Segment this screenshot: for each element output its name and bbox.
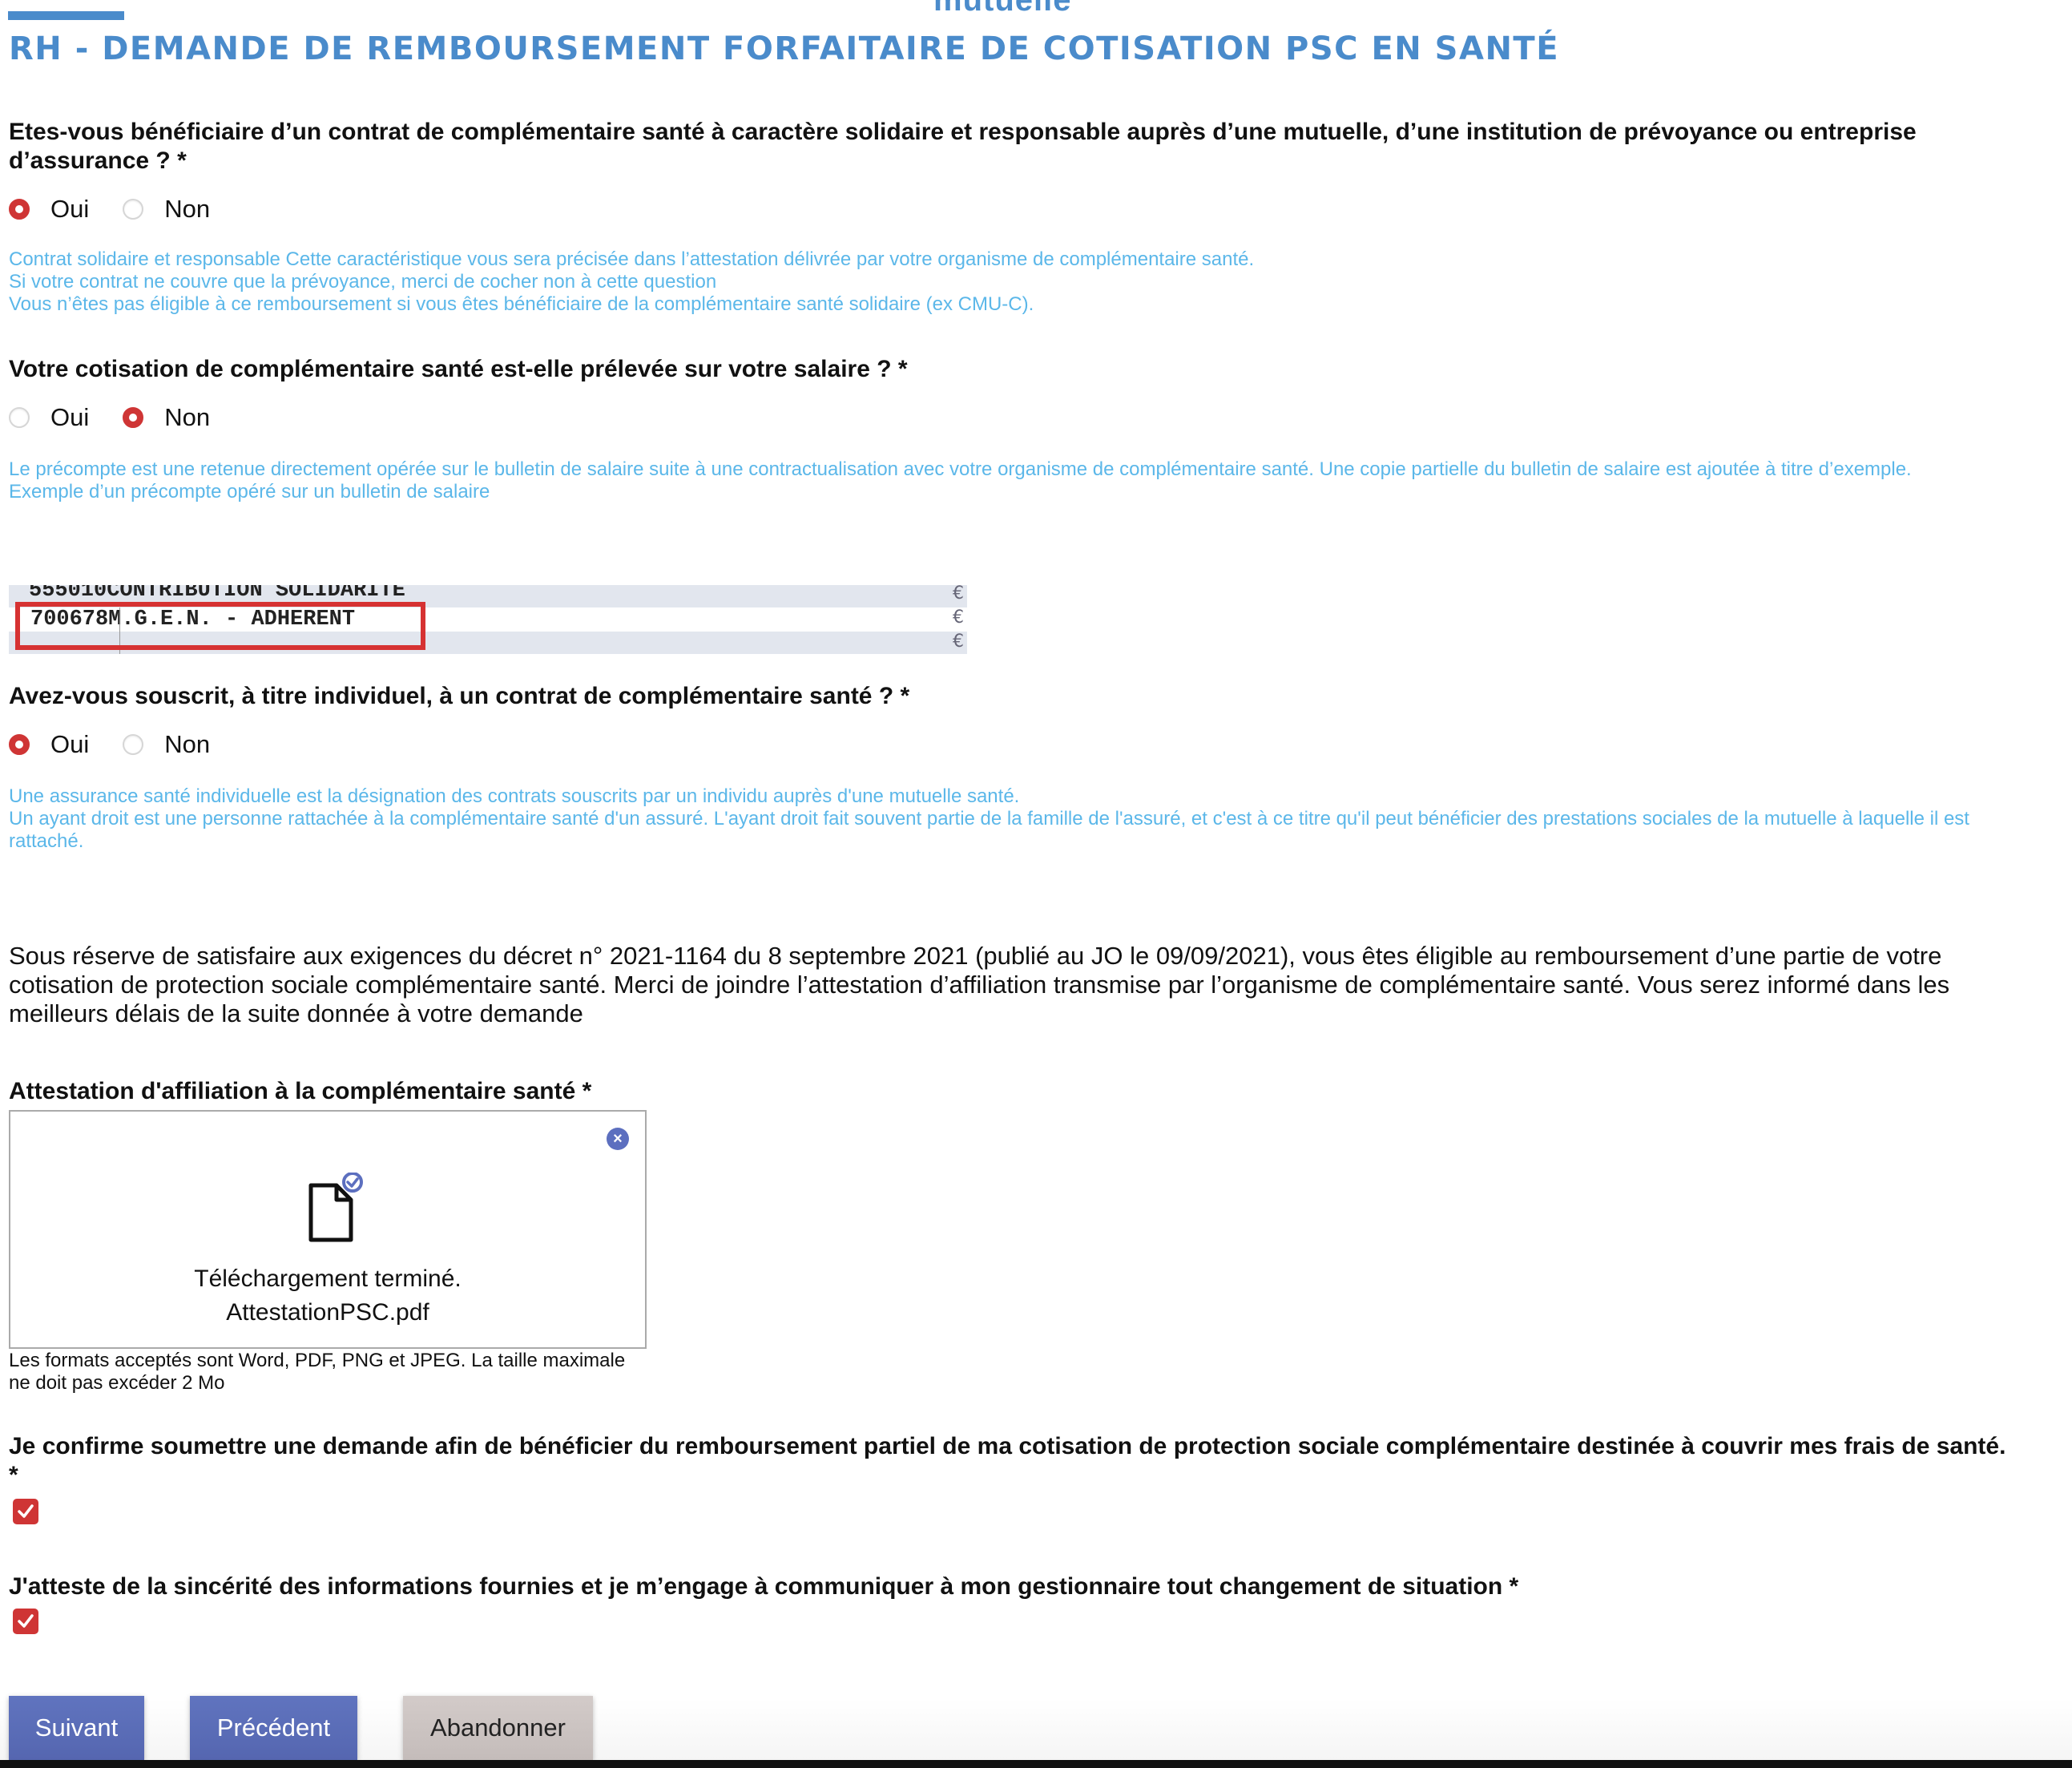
file-upload-dropzone[interactable]: × Téléchargement terminé. AttestationPSC… xyxy=(9,1110,647,1349)
help-line: Contrat solidaire et responsable Cette c… xyxy=(9,248,1255,270)
payslip-currency: € xyxy=(953,632,964,652)
eligibility-notice: Sous réserve de satisfaire aux exigences… xyxy=(9,942,1950,1027)
confirmation-2-label: J'atteste de la sincérité des informatio… xyxy=(9,1573,1519,1600)
question-1-help: Contrat solidaire et responsable Cette c… xyxy=(9,248,1996,316)
payslip-row-contribution: 555010CONTRIBUTION SOLIDARITE xyxy=(29,585,405,596)
previous-button[interactable]: Précédent xyxy=(190,1696,357,1760)
question-3-radio-non[interactable] xyxy=(123,734,144,755)
payslip-example-image: 555010CONTRIBUTION SOLIDARITE 700678M.G.… xyxy=(9,585,967,654)
question-3-help: Une assurance santé individuelle est la … xyxy=(9,785,1996,853)
upload-label: Attestation d'affiliation à la complémen… xyxy=(9,1078,592,1104)
question-1-option-oui-label[interactable]: Oui xyxy=(50,195,89,224)
upload-format-hint: Les formats acceptés sont Word, PDF, PNG… xyxy=(9,1350,626,1394)
question-3-option-non-label[interactable]: Non xyxy=(164,730,210,759)
remove-file-icon[interactable]: × xyxy=(607,1128,629,1150)
checkmark-icon xyxy=(18,1614,34,1628)
question-1-label: Etes-vous bénéficiaire d’un contrat de c… xyxy=(9,119,1917,174)
question-3-radio-group: Oui Non xyxy=(9,730,244,759)
help-line: Un ayant droit est une personne rattaché… xyxy=(9,808,1969,852)
help-line: Le précompte est une retenue directement… xyxy=(9,458,1912,480)
confirmation-1-label: Je confirme soumettre une demande afin d… xyxy=(9,1433,2006,1488)
payslip-highlight-box xyxy=(15,602,425,650)
question-2-label: Votre cotisation de complémentaire santé… xyxy=(9,356,908,382)
payslip-currency: € xyxy=(953,607,964,628)
help-line: Une assurance santé individuelle est la … xyxy=(9,785,1020,807)
uploaded-filename: AttestationPSC.pdf xyxy=(226,1299,429,1326)
payslip-currency: € xyxy=(953,585,964,603)
help-line: Exemple d’un précompte opéré sur un bull… xyxy=(9,481,490,503)
file-document-icon xyxy=(308,1173,363,1242)
question-3-option-oui-label[interactable]: Oui xyxy=(50,730,89,759)
question-2-help: Le précompte est une retenue directement… xyxy=(9,458,1996,503)
cut-off-heading: mutuelle xyxy=(933,0,1072,18)
upload-status: Téléchargement terminé. AttestationPSC.p… xyxy=(10,1262,645,1330)
checkmark-icon xyxy=(18,1504,34,1518)
help-line: Vous n’êtes pas éligible à ce remboursem… xyxy=(9,293,1034,315)
title-accent-bar xyxy=(8,11,124,20)
question-1-radio-oui[interactable] xyxy=(9,199,30,220)
question-2-radio-oui[interactable] xyxy=(9,407,30,428)
next-button[interactable]: Suivant xyxy=(9,1696,144,1760)
page-title: RH - DEMANDE DE REMBOURSEMENT FORFAITAIR… xyxy=(9,30,1560,67)
bottom-edge xyxy=(0,1760,2072,1768)
question-1-radio-group: Oui Non xyxy=(9,195,244,224)
confirmation-2-checkbox[interactable] xyxy=(13,1609,38,1634)
confirmation-1-checkbox[interactable] xyxy=(13,1499,38,1524)
question-2-radio-group: Oui Non xyxy=(9,403,244,432)
question-1-option-non-label[interactable]: Non xyxy=(164,195,210,224)
question-2-radio-non[interactable] xyxy=(123,407,144,428)
question-2-option-oui-label[interactable]: Oui xyxy=(50,403,89,432)
question-2-option-non-label[interactable]: Non xyxy=(164,403,210,432)
question-3-label: Avez-vous souscrit, à titre individuel, … xyxy=(9,683,910,709)
question-3-radio-oui[interactable] xyxy=(9,734,30,755)
help-line: Si votre contrat ne couvre que la prévoy… xyxy=(9,271,717,293)
abandon-button[interactable]: Abandonner xyxy=(403,1696,593,1760)
upload-status-text: Téléchargement terminé. xyxy=(194,1265,462,1292)
question-1-radio-non[interactable] xyxy=(123,199,144,220)
